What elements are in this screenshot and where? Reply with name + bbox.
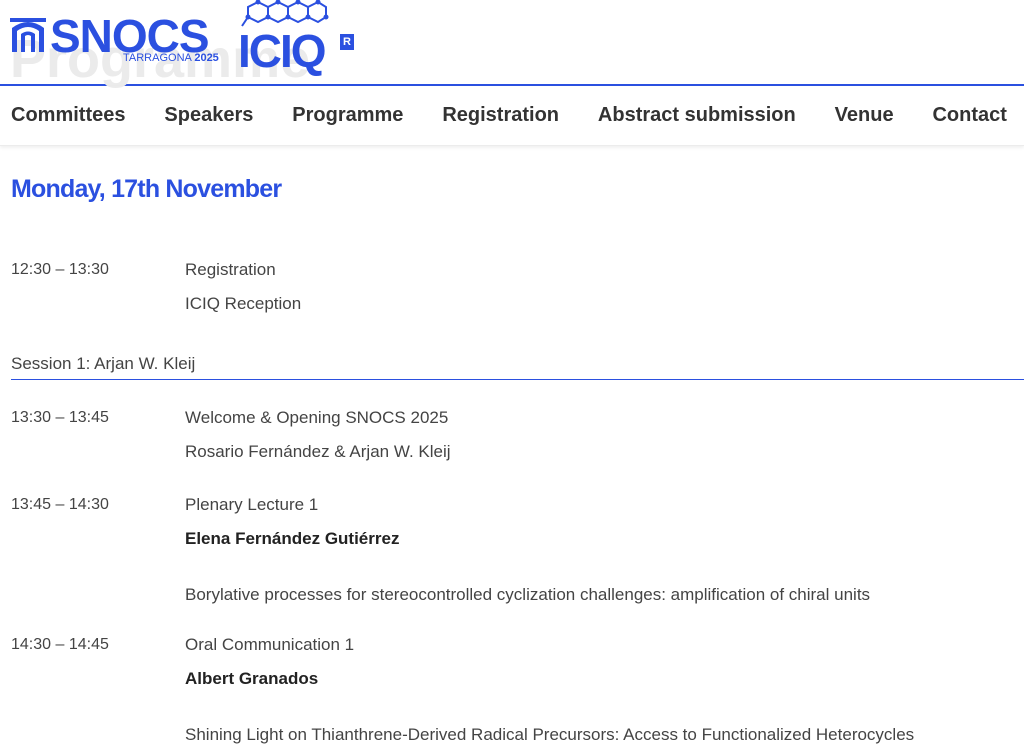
schedule-details: Registration ICIQ Reception — [185, 253, 301, 321]
snocs-logo-location: TARRAGONA 2025 — [123, 52, 219, 64]
iciq-logo[interactable]: ICIQ R — [236, 0, 361, 78]
schedule-item-title: Registration — [185, 260, 276, 279]
nav-item-programme[interactable]: Programme — [292, 104, 403, 127]
schedule-details: Oral Communication 1 Albert Granados Shi… — [185, 628, 914, 748]
speaker-name: Elena Fernández Gutiérrez — [185, 529, 400, 548]
iciq-logo-text: ICIQ — [238, 25, 327, 77]
site-header: Programme SNOCS TARRAGONA 2025 ICIQ R — [0, 0, 1024, 89]
speaker-name: Albert Granados — [185, 669, 319, 688]
session-header: Session 1: Arjan W. Kleij — [11, 352, 1024, 380]
schedule-time: 13:45 – 14:30 — [11, 496, 109, 513]
schedule-item-subtitle: ICIQ Reception — [185, 294, 302, 313]
nav-item-contact[interactable]: Contact — [932, 104, 1006, 127]
arch-icon — [10, 18, 46, 52]
schedule-details: Plenary Lecture 1 Elena Fernández Gutiér… — [185, 488, 870, 612]
schedule-time: 13:30 – 13:45 — [11, 409, 109, 426]
nav-item-registration[interactable]: Registration — [442, 104, 559, 127]
schedule-item-type: Plenary Lecture 1 — [185, 495, 319, 514]
talk-title: Shining Light on Thianthrene-Derived Rad… — [185, 725, 915, 744]
schedule-details: Welcome & Opening SNOCS 2025 Rosario Fer… — [185, 401, 451, 469]
schedule-time: 12:30 – 13:30 — [11, 261, 109, 278]
nav-item-speakers[interactable]: Speakers — [164, 104, 253, 127]
schedule-item-title: Welcome & Opening SNOCS 2025 — [185, 408, 449, 427]
page: Programme SNOCS TARRAGONA 2025 ICIQ R Co… — [0, 0, 1024, 748]
molecule-icon — [241, 0, 329, 27]
snocs-logo[interactable]: SNOCS TARRAGONA 2025 — [10, 8, 225, 68]
schedule-item-subtitle: Rosario Fernández & Arjan W. Kleij — [185, 442, 451, 461]
main-nav: Committees Speakers Programme Registrati… — [0, 86, 1024, 146]
iciq-logo-badge: R — [340, 34, 354, 50]
nav-item-venue[interactable]: Venue — [835, 104, 894, 127]
nav-item-committees[interactable]: Committees — [11, 104, 125, 127]
day-title: Monday, 17th November — [11, 175, 282, 203]
talk-title: Borylative processes for stereocontrolle… — [185, 585, 871, 604]
programme-content: Monday, 17th November 12:30 – 13:30 Regi… — [0, 147, 1024, 748]
nav-item-abstract-submission[interactable]: Abstract submission — [598, 104, 796, 127]
schedule-time: 14:30 – 14:45 — [11, 636, 109, 653]
schedule-item-type: Oral Communication 1 — [185, 635, 355, 654]
